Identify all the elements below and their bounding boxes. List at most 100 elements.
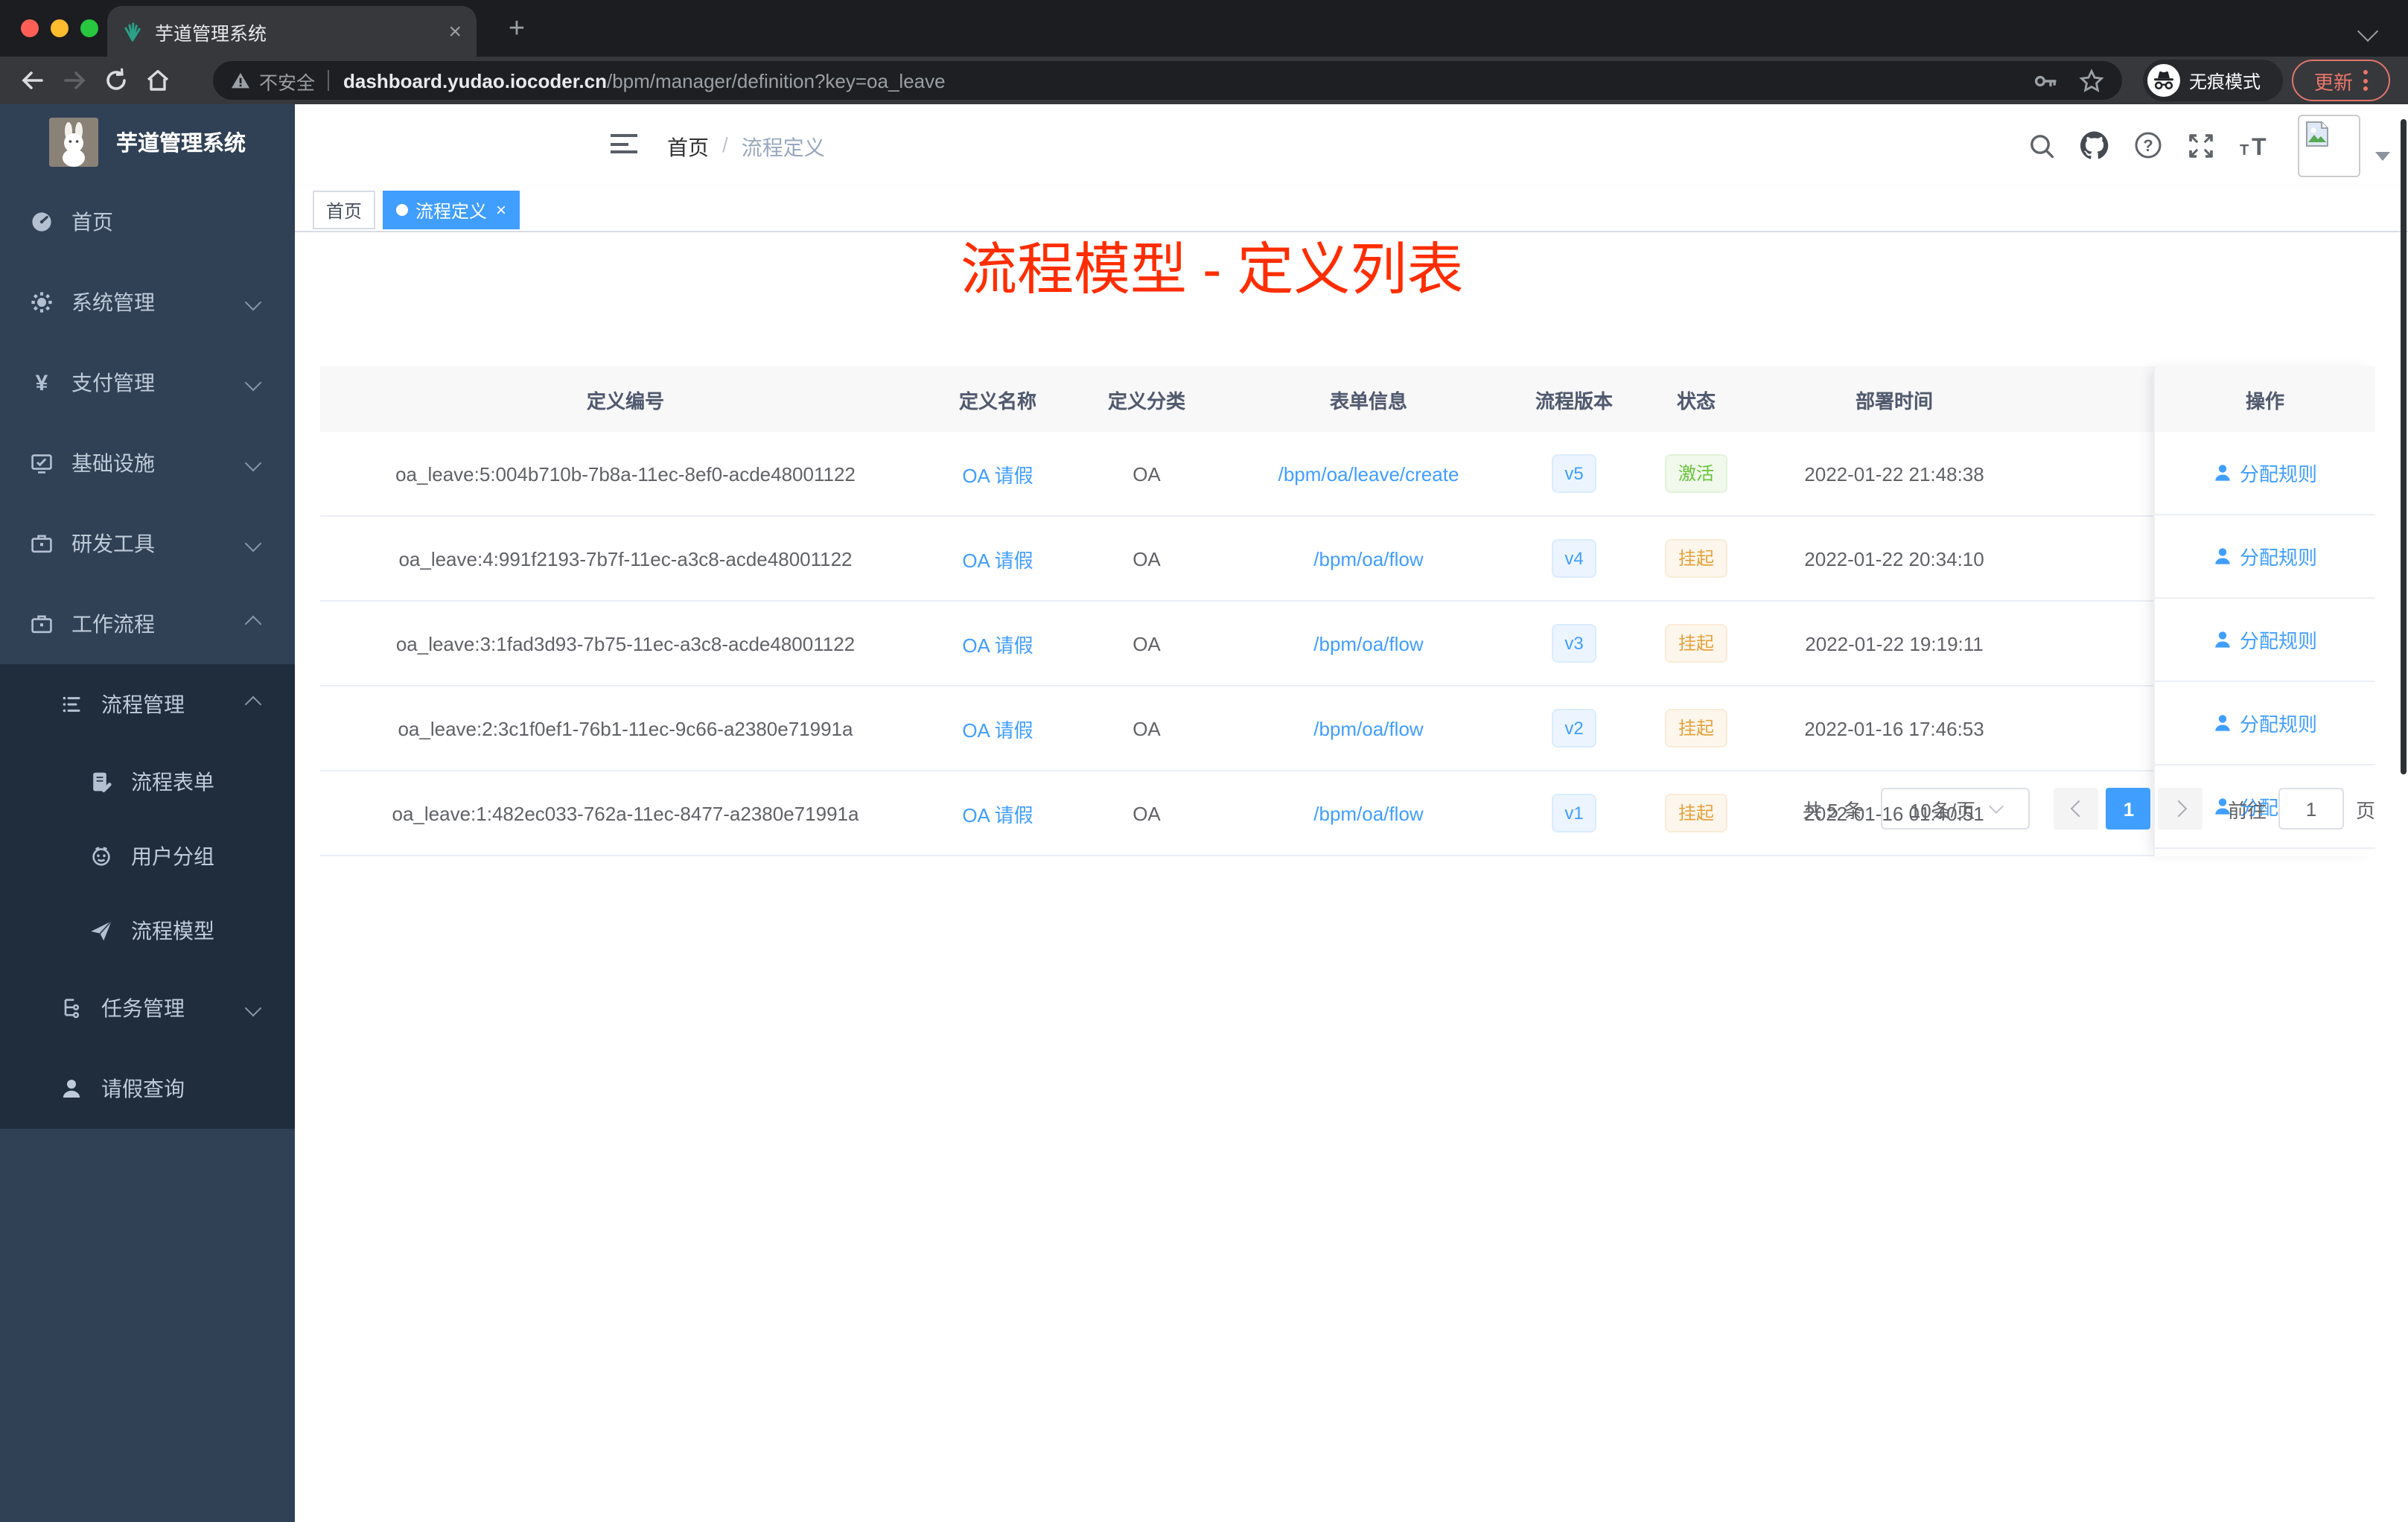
window-maximize-button[interactable] <box>80 19 98 37</box>
window-minimize-button[interactable] <box>51 19 69 37</box>
chevron-down-icon <box>244 535 262 553</box>
sidebar-item-workflow[interactable]: 工作流程 <box>0 584 295 664</box>
form-link[interactable]: /bpm/oa/flow <box>1313 547 1423 570</box>
new-tab-button[interactable]: + <box>497 10 536 49</box>
avatar-caret-icon[interactable] <box>2375 151 2390 160</box>
sidebar-item-leave-query[interactable]: 请假查询 <box>0 1048 295 1129</box>
sidebar-item-task-management[interactable]: 任务管理 <box>0 968 295 1048</box>
help-icon[interactable]: ? <box>2134 131 2162 159</box>
browser-update-button[interactable]: 更新 <box>2292 60 2390 101</box>
incognito-badge: 无痕模式 <box>2143 60 2283 101</box>
sidebar-item-payment[interactable]: ¥ 支付管理 <box>0 343 295 423</box>
tag-process-definition[interactable]: 流程定义 × <box>383 191 520 229</box>
definition-name-link[interactable]: OA 请假 <box>962 803 1033 826</box>
not-secure-warning-icon <box>231 71 250 89</box>
dashboard-icon <box>30 210 54 234</box>
assign-rule-link[interactable]: 分配规则 <box>2240 542 2317 570</box>
sidebar-item-home[interactable]: 首页 <box>0 182 295 262</box>
next-page-button[interactable] <box>2158 788 2203 830</box>
action-cell: 分配规则 <box>2155 432 2375 515</box>
assign-rule-link[interactable]: 分配规则 <box>2240 625 2317 654</box>
browser-menu-kebab-icon[interactable] <box>2363 70 2368 91</box>
forward-icon[interactable] <box>54 60 95 101</box>
url-host[interactable]: dashboard.yudao.iocoder.cn <box>343 69 607 92</box>
col-deploy-time: 部署时间 <box>1753 366 2036 432</box>
key-icon[interactable] <box>2033 68 2058 93</box>
form-link[interactable]: /bpm/oa/flow <box>1313 632 1423 655</box>
sidebar-item-process-form[interactable]: 流程表单 <box>0 745 295 819</box>
sidebar-item-label: 任务管理 <box>101 996 185 1020</box>
sidebar-item-dev-tools[interactable]: 研发工具 <box>0 503 295 584</box>
current-page-button[interactable]: 1 <box>2106 788 2151 830</box>
status-badge: 挂起 <box>1664 709 1727 748</box>
page-size-value: 10条/页 <box>1909 799 1975 821</box>
back-icon[interactable] <box>12 60 54 101</box>
tag-close-icon[interactable]: × <box>496 201 506 219</box>
home-icon[interactable] <box>137 60 179 101</box>
github-icon[interactable] <box>2080 131 2109 159</box>
sidebar-item-label: 研发工具 <box>71 532 155 555</box>
definition-name-link[interactable]: OA 请假 <box>962 464 1033 486</box>
window-close-button[interactable] <box>21 19 39 37</box>
assign-rule-link[interactable]: 分配规则 <box>2240 709 2317 737</box>
fullscreen-icon[interactable] <box>2188 132 2214 159</box>
user-group-icon <box>89 844 113 868</box>
collapse-sidebar-icon[interactable] <box>611 134 637 156</box>
definition-name-link[interactable]: OA 请假 <box>962 549 1033 571</box>
goto-page-input[interactable] <box>2278 788 2344 830</box>
pagination: 共 5 条 10条/页 1 前往 页 <box>1803 788 2375 830</box>
app-title: 芋道管理系统 <box>116 132 246 156</box>
scrollbar-thumb[interactable] <box>2401 119 2407 774</box>
search-icon[interactable] <box>2028 132 2055 159</box>
chevron-down-icon <box>1988 799 2003 814</box>
update-label[interactable]: 更新 <box>2314 66 2353 95</box>
col-definition-id: 定义编号 <box>320 366 931 432</box>
form-link[interactable]: /bpm/oa/leave/create <box>1278 462 1459 485</box>
page-size-select[interactable]: 10条/页 <box>1880 788 2030 830</box>
sidebar-item-label: 流程模型 <box>131 919 214 943</box>
definition-name-link[interactable]: OA 请假 <box>962 719 1033 741</box>
sidebar-item-infrastructure[interactable]: 基础设施 <box>0 423 295 503</box>
form-link[interactable]: /bpm/oa/flow <box>1313 717 1423 739</box>
breadcrumb-home[interactable]: 首页 <box>667 133 709 162</box>
cell-deploy-time: 2022-01-16 17:46:53 <box>1753 686 2036 771</box>
person-icon <box>60 1077 83 1101</box>
tag-label: 流程定义 <box>415 200 488 221</box>
table-row: oa_leave:5:004b710b-7b8a-11ec-8ef0-acde4… <box>320 432 2375 517</box>
url-path[interactable]: /bpm/manager/definition?key=oa_leave <box>607 69 946 92</box>
version-badge: v5 <box>1551 454 1597 493</box>
sidebar-logo[interactable]: 芋道管理系统 <box>0 104 295 179</box>
status-badge: 挂起 <box>1664 539 1727 578</box>
col-process-version: 流程版本 <box>1509 366 1640 432</box>
app-page: 芋道管理系统 首页 系统管理 ¥ 支付管理 基础设施 研发工具 工作流程 流程管… <box>0 104 2408 1522</box>
col-form-info: 表单信息 <box>1229 366 1509 432</box>
sidebar-item-label: 基础设施 <box>71 451 155 475</box>
assign-rule-link[interactable]: 分配规则 <box>2240 459 2317 487</box>
tag-home[interactable]: 首页 <box>313 191 376 229</box>
tab-strip-chevron-icon[interactable] <box>2357 20 2379 42</box>
cell-id: oa_leave:5:004b710b-7b8a-11ec-8ef0-acde4… <box>320 432 931 517</box>
svg-text:T: T <box>2252 133 2267 159</box>
definition-name-link[interactable]: OA 请假 <box>962 634 1033 656</box>
prev-page-button[interactable] <box>2054 788 2099 830</box>
user-avatar-broken-image[interactable] <box>2298 114 2360 176</box>
security-label[interactable]: 不安全 <box>259 66 315 95</box>
bookmark-star-icon[interactable] <box>2079 68 2104 93</box>
paper-plane-icon <box>89 919 113 943</box>
font-size-icon[interactable]: TT <box>2240 132 2272 159</box>
sidebar-item-process-model[interactable]: 流程模型 <box>0 894 295 968</box>
url-bar[interactable]: 不安全 dashboard.yudao.iocoder.cn/bpm/manag… <box>213 61 2122 100</box>
cell-deploy-time: 2022-01-22 21:48:38 <box>1753 432 2036 517</box>
reload-icon[interactable] <box>95 60 137 101</box>
assign-user-icon <box>2215 548 2230 564</box>
sidebar-item-process-management[interactable]: 流程管理 <box>0 664 295 745</box>
sidebar-item-system[interactable]: 系统管理 <box>0 262 295 343</box>
sidebar-item-label: 用户分组 <box>131 844 214 868</box>
incognito-label: 无痕模式 <box>2189 71 2261 92</box>
browser-tab[interactable]: 芋道管理系统 × <box>107 6 477 57</box>
form-link[interactable]: /bpm/oa/flow <box>1313 802 1423 824</box>
incognito-icon <box>2147 64 2180 97</box>
tab-close-icon[interactable]: × <box>448 20 462 42</box>
cell-category: OA <box>1065 432 1229 517</box>
sidebar-item-user-group[interactable]: 用户分组 <box>0 819 295 894</box>
